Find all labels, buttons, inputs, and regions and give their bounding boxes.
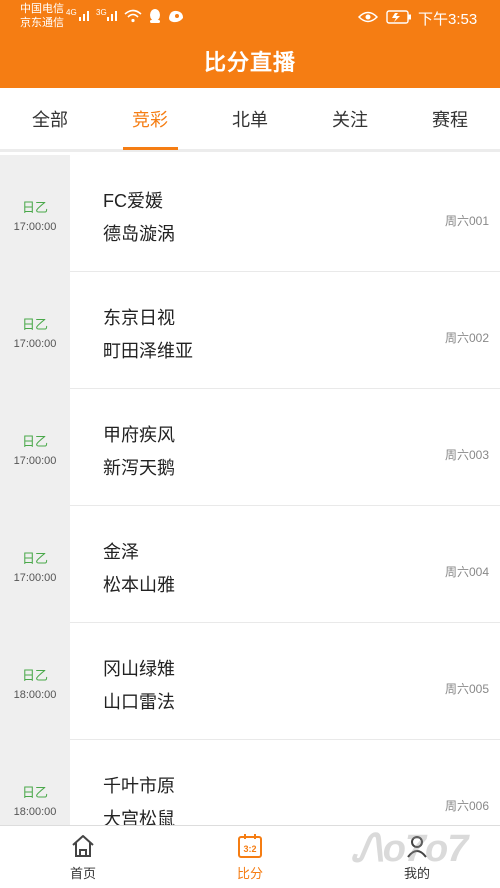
uc-browser-icon [169,10,183,23]
away-team: 松本山雅 [103,575,175,595]
status-time: 下午3:53 [418,11,478,28]
score-icon: 3:2 [238,834,262,858]
carrier-1: 中国电信 [20,3,64,15]
match-teams: 金泽 松本山雅 周六004 [70,506,500,623]
page-title: 比分直播 [203,50,296,75]
tab-jingcai[interactable]: 竞彩 [100,88,200,152]
kickoff-time: 17:00:00 [13,221,57,233]
league-name: 日乙 [21,785,48,800]
app-header: 中国电信 京东通信 4G 3G 下午3:53 比分直播 [0,0,500,88]
nav-home-label: 首页 [69,866,96,881]
league-name: 日乙 [21,434,48,449]
status-bar: 中国电信 京东通信 4G 3G 下午3:53 [0,0,500,34]
nav-score[interactable]: 3:2 比分 [167,826,333,888]
tab-schedule[interactable]: 赛程 [400,88,500,152]
nav-score-label: 比分 [236,866,263,881]
match-meta: 日乙 17:00:00 [0,389,70,506]
match-teams: 东京日视 町田泽维亚 周六002 [70,272,500,389]
home-team: 冈山绿雉 [103,659,175,679]
kickoff-time: 17:00:00 [13,572,57,584]
league-name: 日乙 [21,668,48,683]
active-tab-indicator [123,147,178,150]
match-teams: 甲府疾风 新泻天鹅 周六003 [70,389,500,506]
battery-icon [386,10,411,24]
match-meta: 日乙 18:00:00 [0,623,70,740]
home-team: FC爱媛 [103,191,163,211]
league-name: 日乙 [21,200,48,215]
kickoff-time: 18:00:00 [13,689,57,701]
away-team: 德岛漩涡 [103,224,175,244]
match-meta: 日乙 17:00:00 [0,506,70,623]
match-row[interactable]: 日乙 17:00:00 甲府疾风 新泻天鹅 周六003 [0,389,500,506]
match-number: 周六004 [444,565,489,579]
home-team: 甲府疾风 [103,425,175,445]
match-meta: 日乙 17:00:00 [0,155,70,272]
nav-home[interactable]: 首页 [0,826,166,888]
kickoff-time: 17:00:00 [13,338,57,350]
eye-icon [358,11,378,23]
match-number: 周六005 [444,682,489,696]
match-meta: 日乙 18:00:00 [0,740,70,825]
away-team: 大宫松鼠 [103,809,175,825]
tab-beidan[interactable]: 北单 [200,88,300,152]
match-teams: 千叶市原 大宫松鼠 周六006 [70,740,500,825]
away-team: 山口雷法 [103,692,175,712]
match-row[interactable]: 日乙 17:00:00 金泽 松本山雅 周六004 [0,506,500,623]
home-team: 东京日视 [103,308,175,328]
match-meta: 日乙 17:00:00 [0,272,70,389]
match-number: 周六001 [444,214,489,228]
home-icon [72,835,94,857]
qq-icon [150,9,160,23]
carrier-2: 京东通信 [20,17,64,29]
kickoff-time: 17:00:00 [13,455,57,467]
match-number: 周六002 [444,331,489,345]
match-row[interactable]: 日乙 18:00:00 冈山绿雉 山口雷法 周六005 [0,623,500,740]
watermark-logo: Ꮑo7o7 [352,828,468,870]
tab-following[interactable]: 关注 [300,88,400,152]
league-name: 日乙 [21,317,48,332]
kickoff-time: 18:00:00 [13,806,57,818]
tab-all[interactable]: 全部 [0,88,100,152]
tab-bar: 全部 竞彩 北单 关注 赛程 [0,88,500,152]
match-teams: FC爱媛 德岛漩涡 周六001 [70,155,500,272]
league-name: 日乙 [21,551,48,566]
wifi-icon [124,9,142,23]
carrier-info: 中国电信 京东通信 [20,2,64,30]
match-list: 日乙 17:00:00 FC爱媛 德岛漩涡 周六001 日乙 17:00:00 … [0,155,500,825]
match-row[interactable]: 日乙 17:00:00 东京日视 町田泽维亚 周六002 [0,272,500,389]
home-team: 金泽 [103,542,139,562]
away-team: 町田泽维亚 [103,341,193,361]
score-icon-text: 3:2 [243,844,256,854]
home-team: 千叶市原 [103,776,175,796]
match-teams: 冈山绿雉 山口雷法 周六005 [70,623,500,740]
match-row[interactable]: 日乙 18:00:00 千叶市原 大宫松鼠 周六006 [0,740,500,825]
signal-icon-1 [79,11,89,21]
match-number: 周六006 [444,799,489,813]
away-team: 新泻天鹅 [103,458,175,478]
match-row[interactable]: 日乙 17:00:00 FC爱媛 德岛漩涡 周六001 [0,155,500,272]
network-4g: 4G [66,8,77,17]
match-number: 周六003 [444,448,489,462]
signal-icon-2 [107,11,117,21]
